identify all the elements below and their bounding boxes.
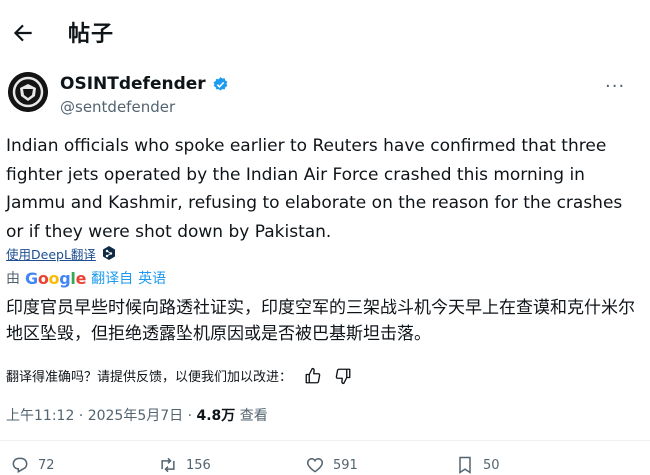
thumbs-up-icon[interactable] <box>304 367 322 385</box>
avatar[interactable] <box>8 72 48 112</box>
deepl-label: 使用DeepL翻译 <box>6 247 96 262</box>
reply-count: 72 <box>38 457 55 473</box>
timestamp[interactable]: 上午11:12 · 2025年5月7日 · <box>6 408 197 424</box>
translated-by-label: 由 <box>6 271 20 287</box>
bookmark-count: 50 <box>483 457 500 473</box>
repost-icon <box>161 457 175 473</box>
views-label: 查看 <box>235 408 268 424</box>
feedback-prompt: 翻译得准确吗？请提供反馈，以便我们加以改进： <box>6 370 293 385</box>
more-options-icon[interactable]: ··· <box>605 76 625 97</box>
source-language[interactable]: 英语 <box>138 268 166 288</box>
heart-icon <box>306 457 324 473</box>
thumbs-down-icon[interactable] <box>334 367 352 385</box>
top-bar: 帖子 <box>0 0 650 62</box>
translated-from-label[interactable]: 翻译自 <box>91 268 133 288</box>
reply-button[interactable]: 72 <box>10 455 55 475</box>
repost-button[interactable]: 156 <box>158 455 211 475</box>
tweet-meta: 上午11:12 · 2025年5月7日 · 4.8万 查看 <box>6 405 268 425</box>
author-handle[interactable]: @sentdefender <box>60 98 175 116</box>
like-button[interactable]: 591 <box>305 455 358 475</box>
reply-icon <box>12 457 28 473</box>
tweet-text: Indian officials who spoke earlier to Re… <box>6 136 623 242</box>
action-bar: 72 156 591 50 <box>0 455 650 475</box>
verified-badge-icon <box>213 76 228 91</box>
deepl-translate-link[interactable]: 使用DeepL翻译 <box>6 244 116 263</box>
repost-count: 156 <box>186 457 211 473</box>
bookmark-icon <box>459 456 471 474</box>
deepl-icon <box>102 246 115 260</box>
like-count: 591 <box>333 457 358 473</box>
translation-feedback: 翻译得准确吗？请提供反馈，以便我们加以改进： <box>6 366 352 385</box>
translated-text: 印度官员早些时候向路透社证实，印度空军的三架战斗机今天早上在查谟和克什米尔地区坠… <box>6 298 635 344</box>
author-name[interactable]: OSINTdefender <box>60 74 229 94</box>
google-logo: Google <box>25 268 87 288</box>
view-count: 4.8万 <box>196 408 236 424</box>
bookmark-button[interactable]: 50 <box>455 455 500 475</box>
avatar-logo-icon <box>8 72 48 112</box>
back-arrow-icon[interactable] <box>10 20 36 46</box>
author-name-text: OSINTdefender <box>60 74 206 94</box>
divider <box>0 440 650 441</box>
page-title: 帖子 <box>68 22 115 47</box>
google-translate-attribution: 由 Google 翻译自 英语 <box>6 268 166 288</box>
